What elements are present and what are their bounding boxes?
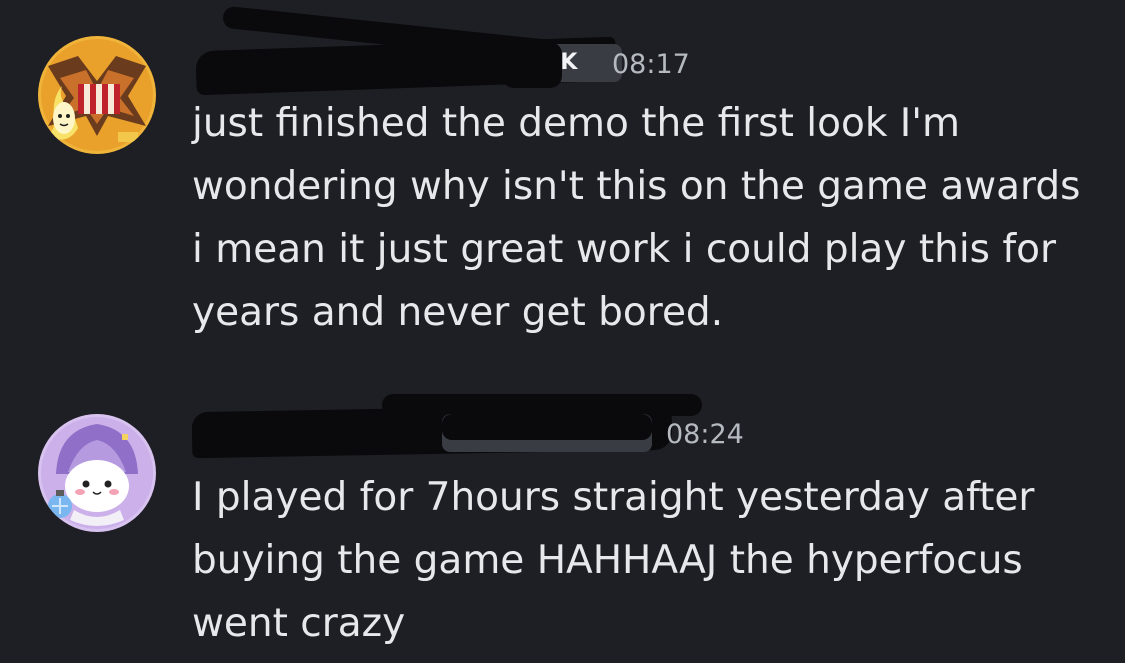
message-content: I played for 7hours straight yesterday a… bbox=[192, 475, 1035, 646]
chat-message-list: NK 08:17 just finished the demo the firs… bbox=[0, 0, 1125, 663]
chat-message: 08:24 I played for 7hours straight yeste… bbox=[0, 380, 1125, 663]
chat-message: NK 08:17 just finished the demo the firs… bbox=[0, 0, 1125, 360]
yugioh-banana-avatar-icon[interactable] bbox=[38, 36, 156, 154]
redaction-scribble bbox=[442, 414, 652, 440]
redaction-scribble bbox=[502, 42, 562, 88]
timestamp: 08:17 bbox=[612, 49, 690, 80]
timestamp: 08:24 bbox=[666, 419, 744, 450]
chiikawa-wizard-avatar-icon[interactable] bbox=[38, 414, 156, 532]
message-content: just finished the demo the first look I'… bbox=[192, 101, 1081, 335]
